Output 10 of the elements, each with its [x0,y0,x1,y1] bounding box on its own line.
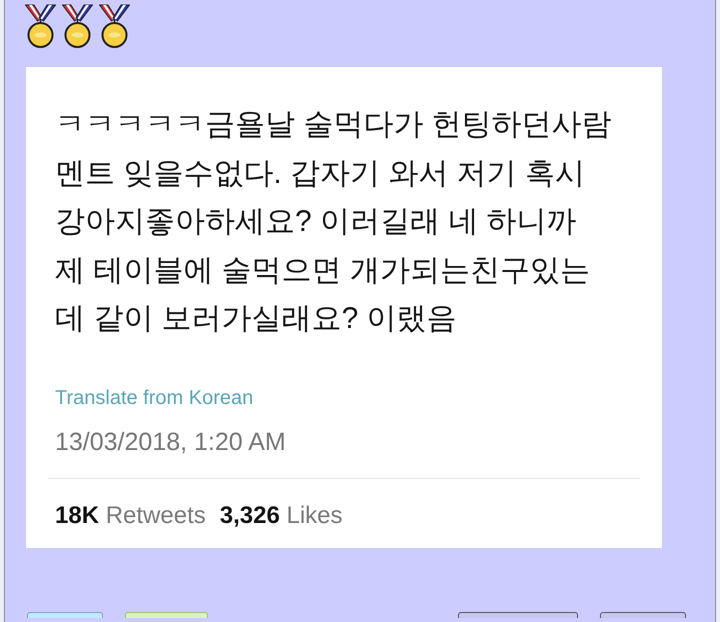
medal-icon [99,3,130,48]
translate-link[interactable]: Translate from Korean [55,384,254,410]
button[interactable] [600,612,686,618]
button[interactable] [458,612,578,618]
like-count: 3,326 Likes [220,502,343,530]
medal-icon [25,3,56,48]
retweet-count: 18K Retweets [55,502,206,530]
tweet-timestamp: 13/03/2018, 1:20 AM [55,426,286,456]
tweet-text: ㅋㅋㅋㅋㅋ금욜날 술먹다가 헌팅하던사람 멘트 잊을수없다. 갑자기 와서 저기 혹시 강아지좋아하세요? 이러길래 네 하니까 제 테이블에 술먹으면 개가되는친구있는 데 같이 보러가실래요? 이랬음 [55,107,612,337]
medal-icon [62,3,93,48]
